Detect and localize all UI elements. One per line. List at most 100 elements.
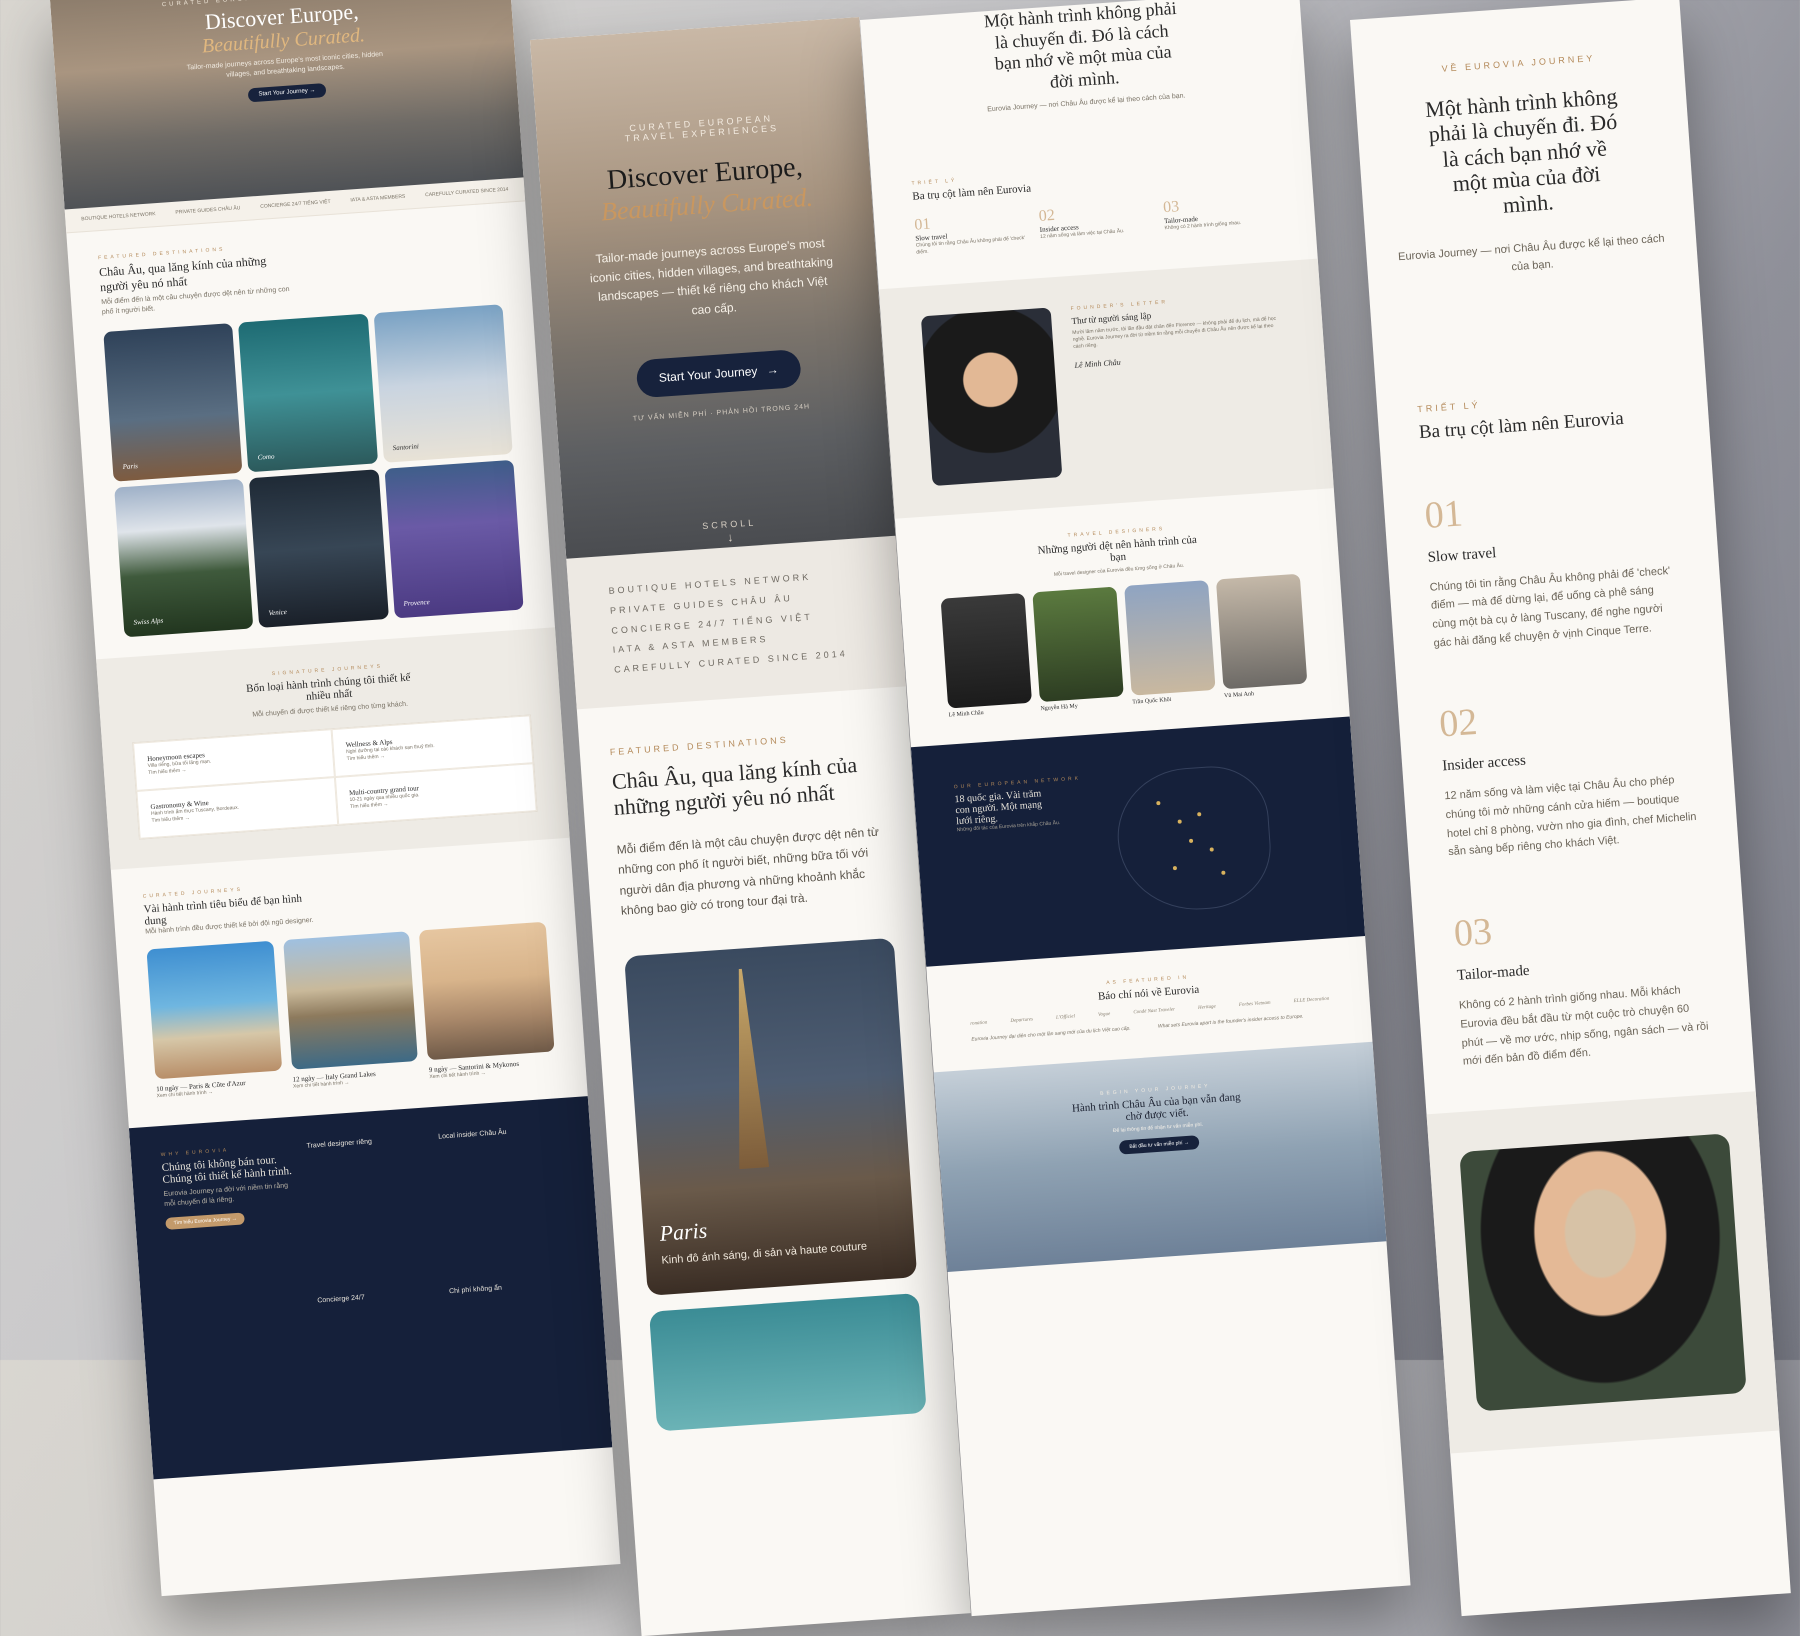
- press-logo: Heritage: [1197, 1004, 1217, 1011]
- press-logo: ELLE Decoration: [1293, 996, 1330, 1005]
- trust-item: BOUTIQUE HOTELS NETWORK: [81, 211, 156, 223]
- destination-label: Como: [257, 452, 275, 462]
- journey-types-grid: Honeymoon escapes Villa riêng, bữa tối lã…: [131, 714, 538, 841]
- pillar-number: 02: [1437, 701, 1479, 746]
- featured-title: Châu Âu, qua lăng kính của những người y…: [611, 751, 858, 821]
- map-dot: [1209, 847, 1214, 852]
- start-journey-button[interactable]: Start Your Journey →: [635, 348, 802, 399]
- pillar: 03 Tailor-made Không có 2 hành trình giố…: [1452, 895, 1713, 1072]
- pillar-title: Insider access: [1441, 752, 1527, 775]
- founder-portrait-section: [1426, 1091, 1780, 1454]
- pillar-desc: 12 năm sống và làm việc tại Châu Âu cho …: [1443, 774, 1697, 859]
- quote-text: Một hành trình không phải là chuyến đi. …: [1424, 83, 1619, 218]
- team-name: Nguyễn Hà My: [1040, 703, 1078, 713]
- journey-card[interactable]: 9 ngày — Santorini & Mykonos Xem chi tiết…: [419, 921, 556, 1081]
- network-eyebrow: OUR EUROPEAN NETWORK: [953, 775, 1082, 791]
- team-member[interactable]: Lê Minh Châu: [940, 593, 1033, 719]
- destination-card[interactable]: Swiss Alps: [114, 478, 254, 637]
- destination-card[interactable]: Paris: [103, 322, 243, 482]
- card-title: Paris: [658, 1217, 709, 1247]
- press-quote: What sets Eurovia apart is the founder's…: [1157, 1013, 1304, 1030]
- journey-photo: [419, 921, 555, 1061]
- featured-section: FEATURED DESTINATIONS Châu Âu, qua lăng …: [577, 686, 960, 1473]
- destination-card[interactable]: Como: [238, 313, 378, 472]
- destination-label: Swiss Alps: [133, 616, 164, 627]
- destination-label: Venice: [268, 607, 288, 617]
- press-logo: Forbes Vietnam: [1238, 1000, 1271, 1009]
- destination-label: Santorini: [392, 441, 420, 452]
- team-photo: [940, 593, 1033, 709]
- hero-section: CURATED EUROPEAN TRAVEL EXPERIENCES Disc…: [50, 0, 524, 210]
- europe-map: [1113, 762, 1275, 916]
- press-logo: Departures: [1010, 1017, 1034, 1025]
- pillar: 01 Slow travel Chúng tôi tin rằng Châu Âu …: [914, 209, 1027, 257]
- trust-item: IATA & ASTA MEMBERS: [350, 193, 406, 204]
- team-member[interactable]: Trần Quốc Khôi: [1124, 580, 1216, 706]
- pillars-grid: 01 Slow travel Chúng tôi tin rằng Châu Âu …: [914, 192, 1276, 257]
- pillar-desc: Không có 2 hành trình giống nhau. Mỗi kh…: [1458, 984, 1709, 1068]
- why-eurovia-section: WHY EUROVIA Chúng tôi không bán tour. Ch…: [128, 1096, 613, 1480]
- page-mockup-4: VỀ EUROVIA JOURNEY Một hành trình không …: [1350, 0, 1791, 1617]
- eiffel-icon: [725, 968, 769, 1170]
- cta-button[interactable]: Bắt đầu tư vấn miễn phí →: [1118, 1135, 1200, 1155]
- arrow-right-icon: →: [766, 362, 780, 378]
- founder-section: FOUNDER'S LETTER Thư từ người sáng lập M…: [878, 258, 1334, 519]
- curated-eyebrow: CURATED JOURNEYS: [142, 887, 244, 901]
- quote-section: VỀ EUROVIA JOURNEY Một hành trình không …: [1350, 0, 1701, 327]
- team-photo: [1124, 580, 1216, 696]
- team-member[interactable]: Vũ Mai Anh: [1215, 573, 1308, 700]
- map-dot: [1221, 870, 1226, 876]
- pillar: 01 Slow travel Chúng tôi tin rằng Châu Â…: [1423, 476, 1684, 653]
- trust-list: BOUTIQUE HOTELS NETWORK PRIVATE GUIDES C…: [566, 535, 907, 710]
- press-quote: Eurovia Journey đại diện cho một lần san…: [971, 1025, 1131, 1043]
- destination-card-paris[interactable]: Paris Kinh đô ánh sáng, di sản và haute …: [624, 938, 918, 1297]
- why-item: Concierge 24/7: [317, 1294, 366, 1305]
- cta-section: BEGIN YOUR JOURNEY Hành trình Châu Âu củ…: [933, 1041, 1387, 1273]
- destination-card[interactable]: Santorini: [373, 303, 513, 463]
- pillar-desc: Chúng tôi tin rằng Châu Âu không phải để…: [1429, 564, 1671, 650]
- team-photo: [1215, 573, 1308, 690]
- destination-card-como[interactable]: [649, 1293, 927, 1432]
- team-photo: [1032, 586, 1124, 703]
- team-name: Vũ Mai Anh: [1223, 691, 1255, 700]
- press-logo: Condé Nast Traveler: [1133, 1007, 1176, 1016]
- why-cta-button[interactable]: Tìm hiểu Eurovia Journey →: [165, 1212, 246, 1230]
- page-mockup-1: CURATED EUROPEAN TRAVEL EXPERIENCES Disc…: [50, 0, 621, 1597]
- quote-sub: Eurovia Journey — nơi Châu Âu được kể lạ…: [1397, 233, 1665, 274]
- letter-signature: Lê Minh Châu: [1074, 357, 1122, 371]
- destination-card[interactable]: Provence: [384, 459, 524, 619]
- founder-letter: FOUNDER'S LETTER Thư từ người sáng lập M…: [1070, 292, 1291, 476]
- why-left: WHY EUROVIA Chúng tôi không bán tour. Ch…: [161, 1143, 312, 1451]
- network-section: OUR EUROPEAN NETWORK 18 quốc gia. Vài tr…: [910, 716, 1366, 967]
- hero-text: Tailor-made journeys across Europe's mos…: [589, 235, 834, 317]
- map-dot: [1156, 801, 1161, 806]
- trust-item: PRIVATE GUIDES CHÂU ÂU: [175, 205, 241, 216]
- start-journey-label: Start Your Journey: [658, 363, 758, 385]
- journey-card[interactable]: 12 ngày — Italy Grand Lakes Xem chi tiết …: [282, 931, 420, 1090]
- pillar-number: 03: [1452, 910, 1494, 956]
- why-item: Chi phí không ẩn: [448, 1284, 503, 1296]
- press-logo: Vogue: [1097, 1012, 1111, 1018]
- press-logo: ronation: [970, 1020, 988, 1027]
- quote-text: Một hành trình không phải là chuyến đi. …: [983, 0, 1178, 92]
- destination-label: Paris: [122, 461, 139, 471]
- map-dot: [1172, 866, 1178, 871]
- quote-eyebrow: VỀ EUROVIA JOURNEY: [1441, 52, 1596, 74]
- destination-card[interactable]: Venice: [249, 468, 389, 628]
- trust-item: CONCIERGE 24/7 TIẾNG VIỆT: [260, 198, 331, 210]
- pillar-title: Slow travel: [1427, 544, 1497, 566]
- start-journey-button[interactable]: Start Your Journey →: [248, 82, 326, 102]
- team-name: Trần Quốc Khôi: [1132, 697, 1172, 706]
- destination-label: Provence: [403, 597, 430, 608]
- map-dot: [1197, 812, 1202, 817]
- trust-item: CAREFULLY CURATED SINCE 2014: [424, 186, 509, 199]
- founder-portrait: [920, 307, 1063, 487]
- pillar: 02 Insider access 12 năm sống và làm việ…: [1438, 686, 1699, 863]
- quote-sub: Eurovia Journey — nơi Châu Âu được kể lạ…: [986, 92, 1186, 114]
- why-title: Chúng tôi không bán tour. Chúng tôi thiế…: [161, 1154, 293, 1187]
- journey-card[interactable]: 10 ngày — Paris & Côte d'Azur Xem chi tiế…: [146, 940, 283, 1100]
- team-member[interactable]: Nguyễn Hà My: [1032, 586, 1124, 713]
- founder-portrait: [1459, 1133, 1747, 1412]
- pillar: 02 Insider access 12 năm sống và làm việc …: [1038, 200, 1151, 248]
- pillar-title: Tailor-made: [1456, 962, 1531, 985]
